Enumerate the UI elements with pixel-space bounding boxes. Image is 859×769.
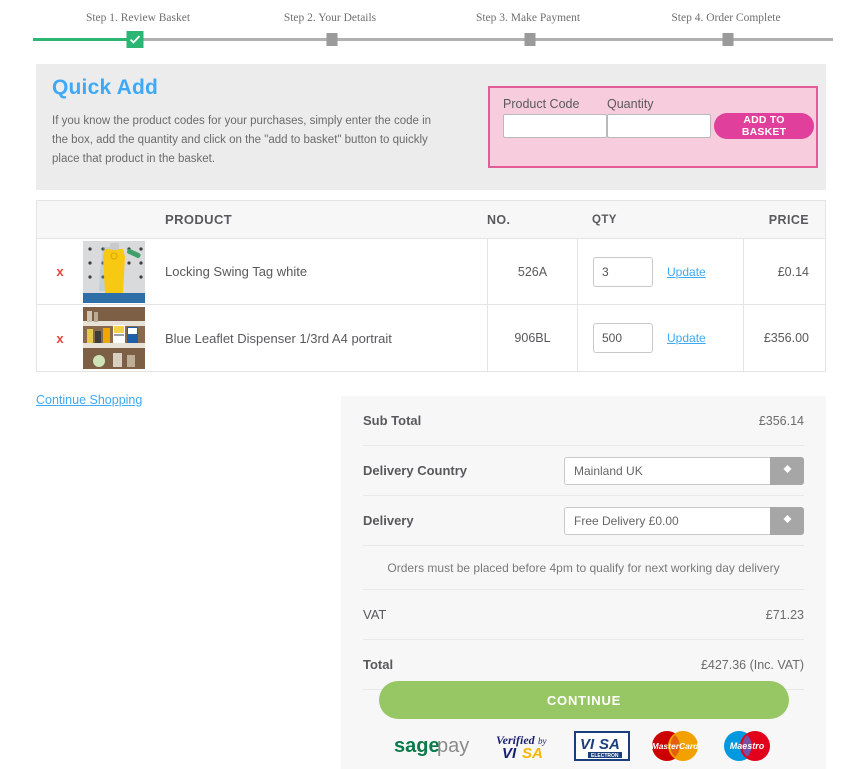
maestro-logo: Maestro [720,730,774,762]
delivery-select[interactable]: Free Delivery £0.00 [564,506,804,535]
svg-text:SA: SA [522,745,543,761]
continue-shopping-link[interactable]: Continue Shopping [36,393,142,407]
update-quantity-link[interactable]: Update [667,331,706,345]
product-code-label: Product Code [503,97,580,111]
svg-text:MasterCard: MasterCard [651,741,699,751]
verified-by-visa-logo: Verified by VI SA [494,731,556,761]
chevron-updown-icon[interactable] [770,456,804,485]
sagepay-logo: sage pay [394,733,476,759]
quick-add-description: If you know the product codes for your p… [52,115,432,165]
quick-add-title: Quick Add [52,76,159,99]
delivery-country-value: Mainland UK [564,456,770,485]
quick-add-panel: Quick Add If you know the product codes … [36,64,826,190]
yellow-swing-tag-photo[interactable] [83,240,145,303]
header-price: PRICE [768,212,809,227]
header-product: PRODUCT [165,212,233,227]
delivery-row: Delivery Free Delivery £0.00 [363,496,804,546]
product-price: £0.14 [743,239,825,304]
svg-text:VI: VI [502,745,517,761]
vat-label: VAT [363,607,387,622]
table-row: x [37,305,825,371]
svg-text:sage: sage [394,735,440,757]
step-track [33,38,833,41]
product-code-input[interactable] [503,114,607,138]
svg-text:Maestro: Maestro [729,741,764,751]
delivery-country-label: Delivery Country [363,463,468,478]
leaflet-dispenser-shelf-photo[interactable] [83,307,145,369]
product-image-cell [83,305,151,371]
chevron-updown-icon[interactable] [770,506,804,535]
step-node-4[interactable] [722,33,734,46]
step-label-1: Step 1. Review Basket [85,12,191,24]
svg-text:SA: SA [599,736,620,753]
update-quantity-link[interactable]: Update [667,265,706,279]
quantity-cell: Update [577,239,743,304]
header-qty: QTY [592,213,617,226]
checkout-basket-page: Step 1. Review Basket Step 2. Your Detai… [0,0,859,769]
product-name[interactable]: Locking Swing Tag white [151,239,487,304]
mastercard-logo: MasterCard [648,730,702,762]
step-label-3: Step 3. Make Payment [475,12,581,24]
subtotal-label: Sub Total [363,413,422,428]
product-code: 906BL [487,305,577,371]
total-value: £427.36 (Inc. VAT) [700,657,804,672]
table-row: x [37,239,825,305]
step-node-3[interactable] [524,33,536,46]
add-to-basket-button[interactable]: ADD TO BASKET [714,113,814,139]
product-name[interactable]: Blue Leaflet Dispenser 1/3rd A4 portrait [151,305,487,371]
total-label: Total [363,657,394,672]
delivery-country-row: Delivery Country Mainland UK [363,446,804,496]
delivery-value: Free Delivery £0.00 [564,506,770,535]
subtotal-row: Sub Total £356.14 [363,396,804,446]
row-quantity-input[interactable] [593,256,653,287]
basket-table-header: PRODUCT NO. QTY PRICE [37,201,825,239]
product-image-cell [83,239,151,304]
svg-text:ELECTRON: ELECTRON [591,753,619,759]
remove-item-icon[interactable]: x [56,264,63,279]
step-labels: Step 1. Review Basket Step 2. Your Detai… [0,0,859,30]
payment-logos: sage pay Verified by VI SA VI SA ELECTRO… [341,726,826,766]
subtotal-value: £356.14 [758,413,804,428]
header-no: NO. [487,212,511,227]
order-summary-panel: Sub Total £356.14 Delivery Country Mainl… [341,396,826,769]
product-code: 526A [487,239,577,304]
vat-row: VAT £71.23 [363,590,804,640]
step-track-progress [33,38,130,41]
quantity-label: Quantity [607,97,654,111]
remove-item-cell: x [37,239,83,304]
remove-item-cell: x [37,305,83,371]
quantity-cell: Update [577,305,743,371]
step-label-4: Step 4. Order Complete [671,12,781,24]
vat-value: £71.23 [765,607,804,622]
delivery-country-select[interactable]: Mainland UK [564,456,804,485]
delivery-cutoff-note: Orders must be placed before 4pm to qual… [363,546,804,590]
step-node-2[interactable] [326,33,338,46]
svg-text:pay: pay [437,735,469,757]
quantity-input[interactable] [607,114,711,138]
checkout-step-indicator: Step 1. Review Basket Step 2. Your Detai… [0,0,859,56]
step-node-1-complete[interactable] [126,31,144,48]
continue-button[interactable]: CONTINUE [379,681,789,719]
step-label-2: Step 2. Your Details [283,12,377,24]
quick-add-form: Product Code Quantity ADD TO BASKET [488,86,818,168]
visa-electron-logo: VI SA ELECTRON [573,731,630,761]
delivery-label: Delivery [363,513,414,528]
product-price: £356.00 [743,305,825,371]
row-quantity-input[interactable] [593,323,653,353]
svg-text:VI: VI [580,736,595,753]
basket-table: PRODUCT NO. QTY PRICE x Locking Swing Ta… [36,200,826,372]
remove-item-icon[interactable]: x [56,331,63,346]
